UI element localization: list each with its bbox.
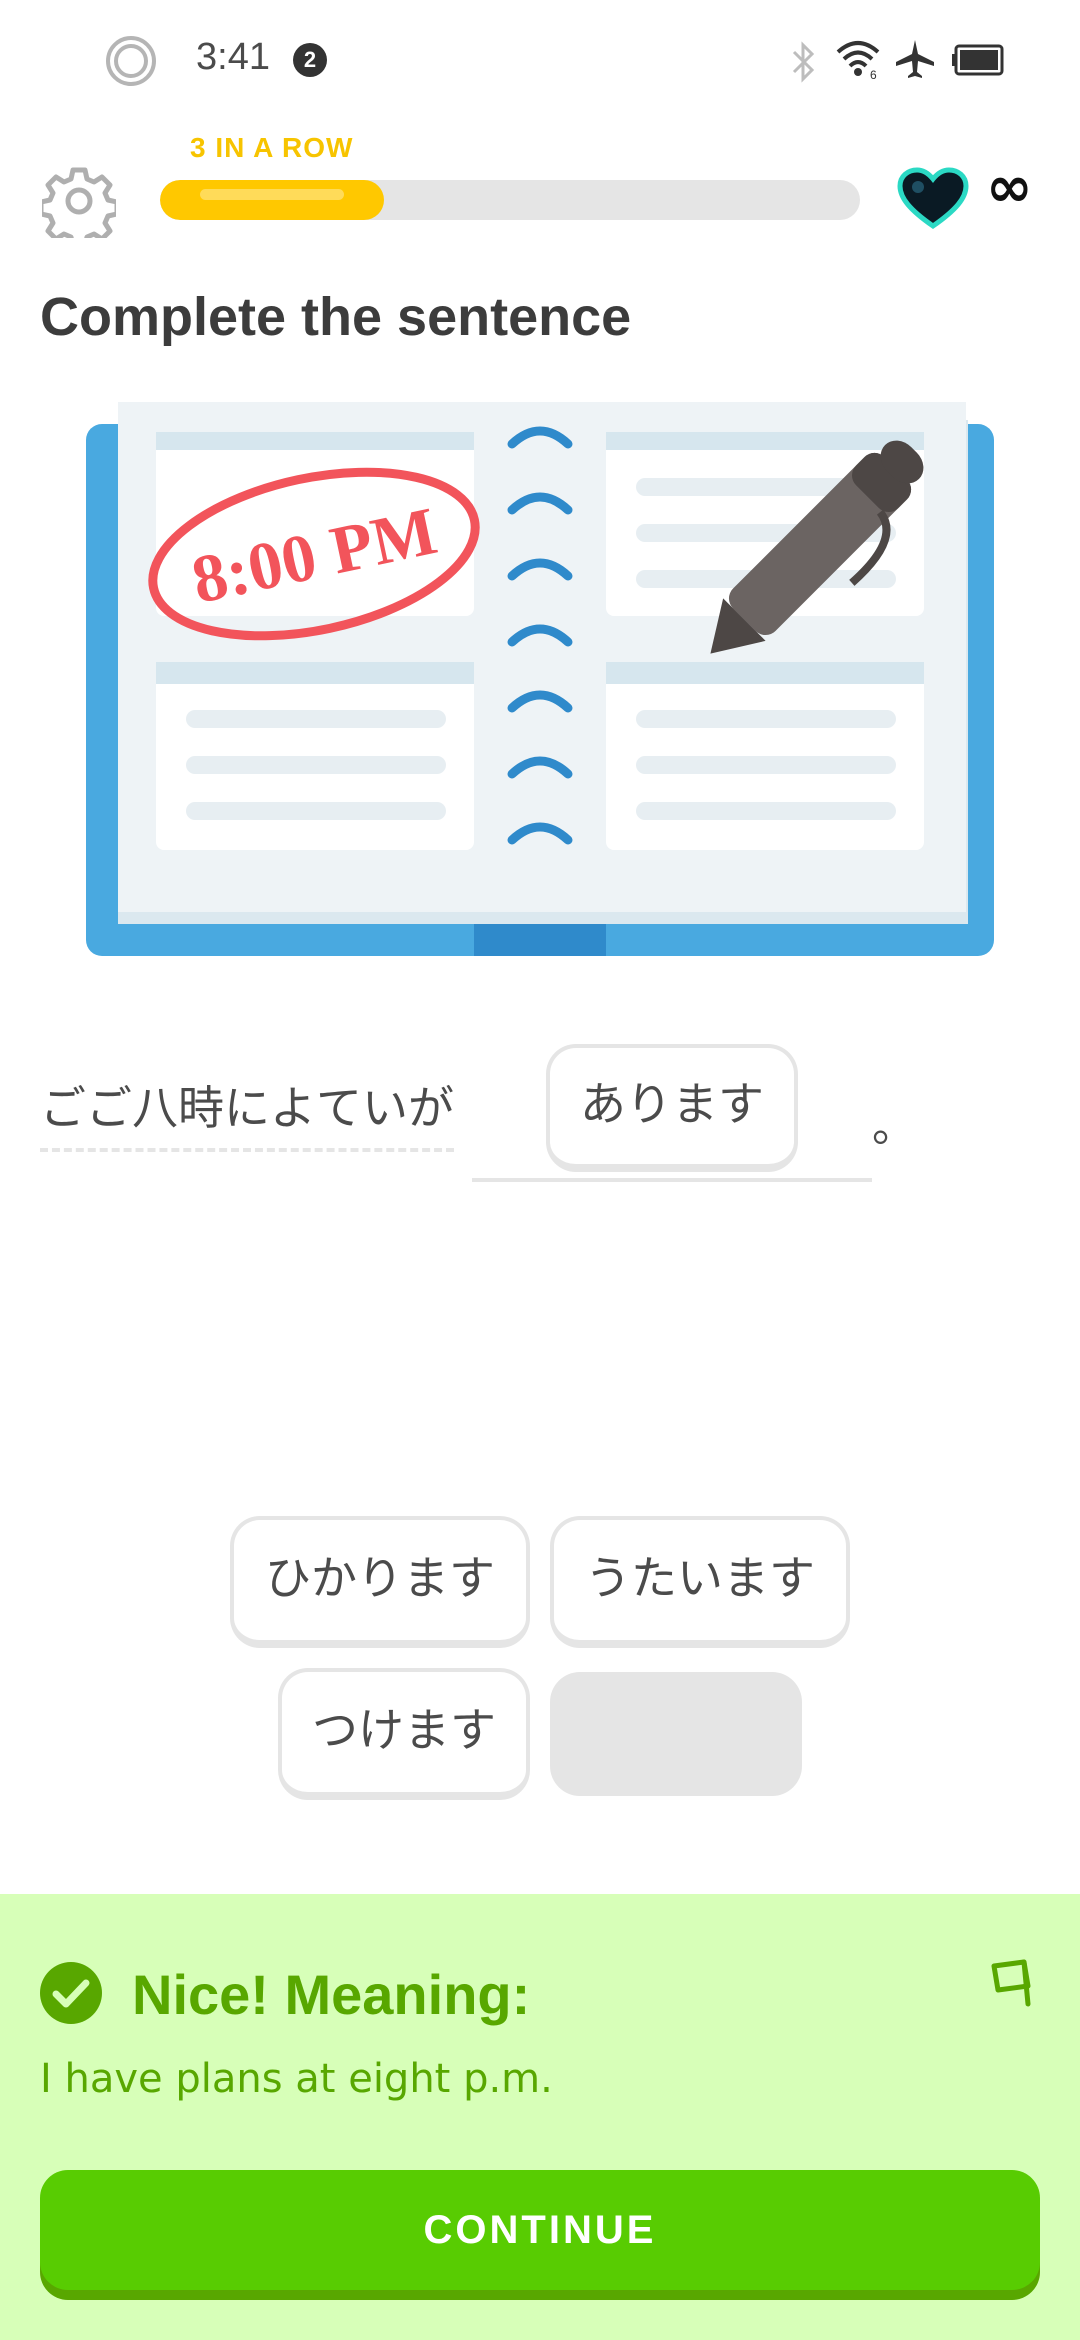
selected-answer-chip[interactable]: あります — [546, 1044, 798, 1172]
report-flag-icon[interactable] — [984, 1956, 1040, 2012]
streak-label: 3 IN A ROW — [190, 132, 354, 163]
lesson-progress-bar — [160, 180, 860, 220]
sentence-prompt[interactable]: ごご八時によていが — [40, 1072, 454, 1152]
progress-fill — [160, 180, 384, 220]
word-bank-chip[interactable]: ひかります — [230, 1516, 530, 1648]
check-circle-icon — [40, 1962, 102, 2024]
notification-badge: 2 — [293, 43, 327, 77]
battery-icon — [952, 44, 1004, 76]
heart-icon[interactable] — [896, 166, 970, 232]
empty-word-slot — [550, 1672, 802, 1796]
progress-shine — [200, 189, 344, 200]
airplane-mode-icon — [896, 40, 934, 78]
word-bank-chip[interactable]: うたいます — [550, 1516, 850, 1648]
hearts-infinity: ∞ — [986, 155, 1033, 220]
bluetooth-icon — [792, 41, 815, 83]
wifi-icon: 6 — [836, 41, 880, 80]
settings-gear-icon[interactable] — [42, 164, 116, 238]
feedback-meaning: I have plans at eight p.m. — [40, 2056, 553, 2102]
continue-button[interactable]: CONTINUE — [40, 2170, 1040, 2290]
circle-status-icon — [106, 36, 156, 86]
sentence-end: 。 — [872, 1101, 916, 1152]
planner-illustration: 8:00 PM — [86, 402, 994, 956]
feedback-title: Nice! Meaning: — [132, 1963, 531, 2026]
svg-text:6: 6 — [870, 68, 877, 80]
status-time: 3:41 — [196, 36, 270, 78]
word-bank-chip[interactable]: つけます — [278, 1668, 530, 1800]
answer-underline — [472, 1178, 872, 1182]
exercise-title: Complete the sentence — [40, 287, 632, 347]
